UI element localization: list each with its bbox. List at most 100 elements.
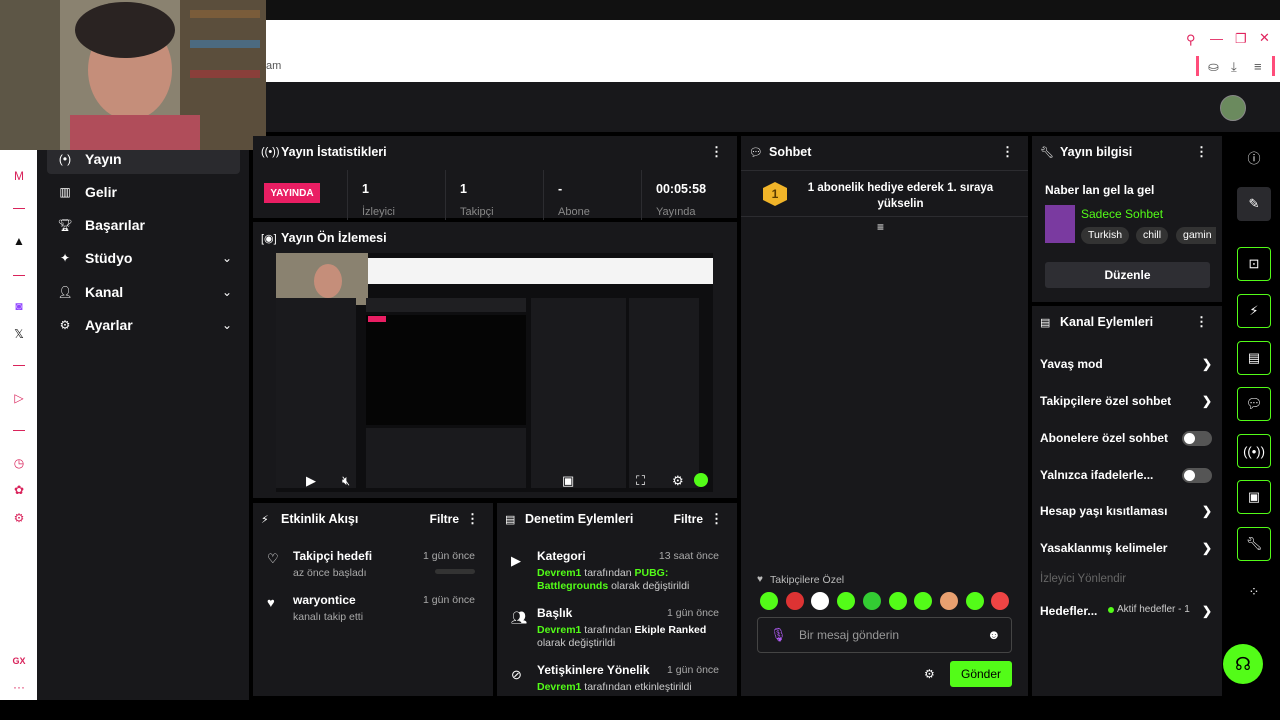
nav-item-gelir[interactable]: ▥ Gelir (47, 177, 240, 207)
settings-icon[interactable]: ⚙ (672, 473, 684, 489)
channel-icon[interactable]: ▣ (1237, 480, 1271, 514)
play-icon[interactable]: ▶ (306, 473, 316, 489)
emoji-icon[interactable]: ☻ (987, 627, 1001, 642)
more-options-icon[interactable]: ⋮ (1195, 314, 1208, 330)
download-icon[interactable]: ⤓ (1231, 60, 1237, 74)
app-a-icon[interactable]: ▲ (10, 232, 28, 250)
search-icon[interactable]: ⚲ (1186, 33, 1196, 47)
support-headset-icon[interactable]: ☊ (1223, 644, 1263, 684)
apps-icon[interactable]: ⁘ (1237, 575, 1271, 609)
emote-icon[interactable] (760, 592, 778, 610)
pink-marker (1196, 56, 1199, 76)
activity-panel: ⚡︎ Etkinlik Akışı Filtre ⋮ ♡ Takipçi hed… (253, 503, 493, 696)
more-icon[interactable]: ··· (10, 678, 28, 696)
action-goals[interactable]: Hedefler... Aktif hedefler - 1 ❯ (1040, 601, 1220, 621)
document-icon: ▤ (505, 513, 516, 526)
edit-button[interactable]: Düzenle (1045, 262, 1210, 288)
lightning-icon[interactable]: ⚡︎ (1237, 294, 1271, 328)
emote-icon[interactable] (940, 592, 958, 610)
chevron-right-icon: ❯ (1201, 541, 1212, 555)
webcam-overlay (0, 0, 266, 150)
emote-icon[interactable] (786, 592, 804, 610)
history-icon[interactable]: ◷ (10, 454, 28, 472)
live-badge: YAYINDA (264, 183, 320, 203)
microphone-icon[interactable]: 🎙︎ (770, 627, 787, 643)
more-options-icon[interactable]: ⋮ (1001, 144, 1014, 160)
stream-info-header: 🔧︎ Yayın bilgisi ⋮ (1032, 136, 1222, 168)
nav-item-studyo[interactable]: ✦ Stüdyo ⌄ (47, 243, 240, 273)
browser-sidebar: M ▲ ◙ 𝕏 ▷ ◷ ✿ ⚙ GX ··· (0, 82, 37, 700)
moderation-item: 👥︎ Başlık 1 gün önce Devrem1 tarafından … (511, 606, 719, 649)
emote-icon[interactable] (914, 592, 932, 610)
extensions-icon[interactable]: ✿ (10, 481, 28, 499)
category-name[interactable]: Sadece Sohbet (1081, 207, 1163, 221)
wrench-icon[interactable]: 🔧︎ (1237, 527, 1271, 561)
action-slow-mode[interactable]: Yavaş mod ❯ (1040, 354, 1220, 374)
play-circle-icon[interactable]: ▷ (10, 389, 28, 407)
gx-icon[interactable]: GX (10, 652, 28, 670)
action-banned-words[interactable]: Yasaklanmış kelimeler ❯ (1040, 538, 1220, 558)
emote-icon[interactable] (889, 592, 907, 610)
more-options-icon[interactable]: ⋮ (710, 511, 723, 527)
wrench-icon: 🔧︎ (1040, 146, 1054, 159)
x-icon[interactable]: 𝕏 (10, 325, 28, 343)
emotes-only-toggle[interactable] (1182, 467, 1212, 483)
activity-item: ♥ waryontice kanalı takip etti 1 gün önc… (267, 593, 475, 623)
more-options-icon[interactable]: ⋮ (1195, 144, 1208, 160)
minimize-icon[interactable]: — (1210, 32, 1223, 46)
status-dot (1108, 607, 1114, 613)
avatar[interactable] (1220, 95, 1246, 121)
emote-icon[interactable] (991, 592, 1009, 610)
gear-icon: ⚙ (59, 318, 71, 332)
action-followers-only[interactable]: Takipçilere özel sohbet ❯ (1040, 391, 1220, 411)
action-emotes-only[interactable]: Yalnızca ifadelerle... (1040, 465, 1220, 485)
nav-item-basarilar[interactable]: 🏆︎ Başarılar (47, 210, 240, 240)
screenshot-icon[interactable]: ⊡ (1237, 247, 1271, 281)
close-icon[interactable]: ✕ (1259, 31, 1270, 45)
emote-icon[interactable] (863, 592, 881, 610)
menu-icon[interactable]: ≡ (1254, 60, 1262, 74)
edit-pencil-icon[interactable]: ✎ (1237, 187, 1271, 221)
more-options-icon[interactable]: ⋮ (710, 144, 723, 160)
chevron-right-icon: ❯ (1201, 357, 1212, 371)
moderation-item: ⊘ Yetişkinlere Yönelik 1 gün önce Devrem… (511, 663, 719, 693)
stats-header: ((•)) Yayın İstatistikleri ⋮ (253, 136, 737, 168)
emote-icon[interactable] (966, 592, 984, 610)
sidebar-divider (13, 275, 25, 276)
fullscreen-icon[interactable]: ⛶ (636, 473, 645, 489)
restore-icon[interactable]: ❐ (1235, 32, 1247, 46)
pink-marker-2 (1272, 56, 1275, 76)
pip-icon[interactable]: ▣ (562, 473, 574, 489)
chat-header: 💬︎ Sohbet ⋮ (741, 136, 1028, 168)
document-icon[interactable]: ▤ (1237, 341, 1271, 375)
nav-item-ayarlar[interactable]: ⚙ Ayarlar ⌄ (47, 310, 240, 340)
action-account-age[interactable]: Hesap yaşı kısıtlaması ❯ (1040, 501, 1220, 521)
lightning-icon: ⚡︎ (261, 513, 269, 526)
subs-only-toggle[interactable] (1182, 430, 1212, 446)
chat-settings-icon[interactable]: ⚙ (924, 667, 935, 681)
settings-icon[interactable]: ⚙ (10, 509, 28, 527)
broadcast-icon[interactable]: ((•)) (1237, 434, 1271, 468)
mail-icon[interactable]: M (10, 167, 28, 185)
chevron-right-icon: ❯ (1201, 604, 1212, 618)
action-subs-only[interactable]: Abonelere özel sohbet (1040, 428, 1220, 448)
moderation-filter-button[interactable]: Filtre (674, 512, 703, 526)
send-button[interactable]: Gönder (950, 661, 1012, 687)
url-fragment[interactable]: am (266, 60, 281, 72)
chat-bubble-icon[interactable]: 💬︎ (1237, 387, 1271, 421)
mute-icon[interactable]: 🔇︎ (342, 473, 350, 489)
profile-icon[interactable]: ⛀ (1208, 60, 1219, 74)
channel-actions-header: ▤ Kanal Eylemleri ⋮ (1032, 306, 1222, 338)
channel-icon: ▤ (1040, 316, 1051, 329)
activity-filter-button[interactable]: Filtre (430, 512, 459, 526)
twitch-icon[interactable]: ◙ (10, 297, 28, 315)
collapse-icon[interactable]: ≡ (877, 220, 884, 234)
more-options-icon[interactable]: ⋮ (466, 511, 479, 527)
nav-item-kanal[interactable]: 👤︎ Kanal ⌄ (47, 277, 240, 307)
tag-chip: gamin (1176, 227, 1216, 244)
emote-icon[interactable] (811, 592, 829, 610)
info-icon[interactable]: ⓘ (1237, 140, 1271, 174)
stream-preview[interactable]: ▶ 🔇︎ ▣ ⛶ ⚙ (276, 253, 713, 492)
chat-input[interactable]: 🎙︎ Bir mesaj gönderin ☻ (757, 617, 1012, 653)
emote-icon[interactable] (837, 592, 855, 610)
